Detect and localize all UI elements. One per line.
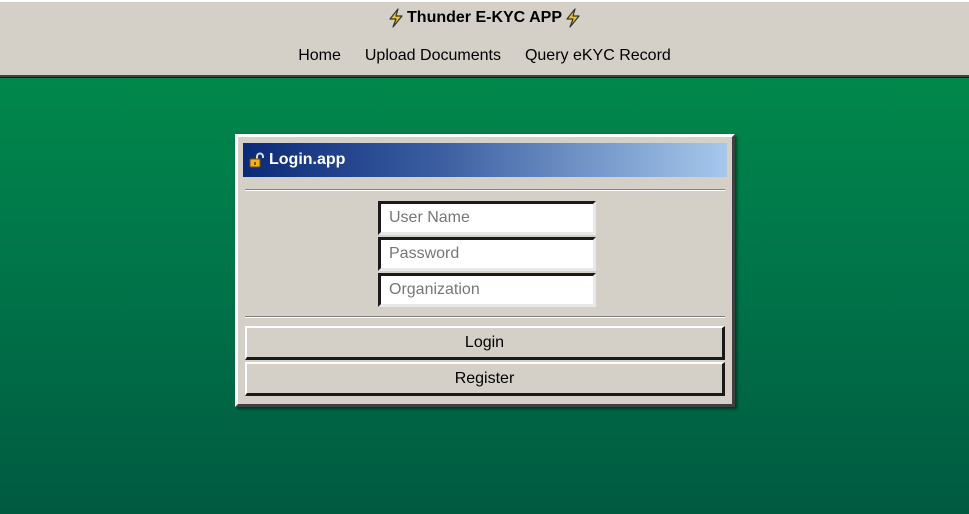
login-window-titlebar: Login.app [243, 143, 727, 177]
login-window: Login.app Login Register [235, 134, 735, 407]
nav-home[interactable]: Home [298, 47, 341, 65]
username-input[interactable] [378, 201, 596, 235]
padlock-icon [249, 152, 264, 168]
app-header: Thunder E-KYC APP Home Upload Documents … [0, 0, 969, 77]
register-button[interactable]: Register [245, 362, 725, 396]
app-title-text: Thunder E-KYC APP [407, 9, 562, 26]
lightning-bolt-icon [389, 8, 403, 28]
divider [245, 316, 725, 318]
divider [245, 189, 725, 191]
organization-input[interactable] [378, 273, 596, 307]
login-window-title: Login.app [269, 151, 346, 168]
nav-upload-documents[interactable]: Upload Documents [365, 47, 501, 65]
main-nav: Home Upload Documents Query eKYC Record [0, 47, 969, 65]
app-title: Thunder E-KYC APP [0, 8, 969, 28]
lightning-bolt-icon [566, 8, 580, 28]
password-input[interactable] [378, 237, 596, 271]
nav-query-ekyc-record[interactable]: Query eKYC Record [525, 47, 671, 65]
login-button[interactable]: Login [245, 326, 725, 360]
